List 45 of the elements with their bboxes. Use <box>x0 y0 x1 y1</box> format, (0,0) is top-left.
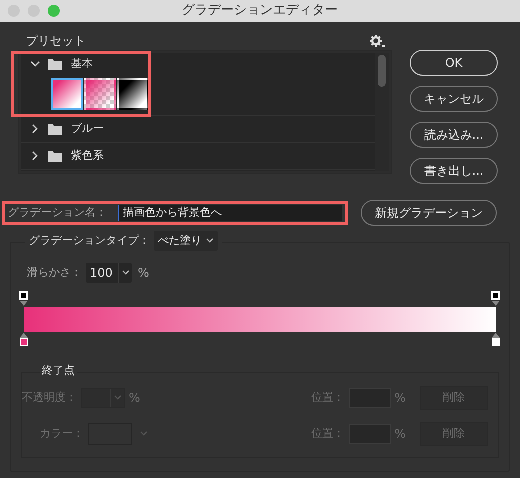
folder-name[interactable]: ブルー <box>71 120 104 138</box>
chevron-down-icon <box>122 270 130 276</box>
field-label: 位置： <box>312 390 345 406</box>
gradient-preview-bar[interactable] <box>24 307 496 332</box>
smoothness-field[interactable]: 100 <box>86 263 132 283</box>
scrollbar-thumb[interactable] <box>378 55 386 87</box>
gradient-swatch[interactable] <box>117 78 149 110</box>
field-label: グラデーションタイプ： <box>29 232 150 249</box>
dialog-button[interactable]: 読み込み... <box>410 122 498 148</box>
name-field[interactable]: 描画色から背景色へ <box>118 205 342 221</box>
chevron-down-icon <box>140 431 148 437</box>
gradient-type-dropdown[interactable]: べた塗り <box>154 231 218 251</box>
field-label: 位置： <box>312 426 345 442</box>
field-label: 不透明度： <box>22 390 77 406</box>
gradient-swatch[interactable] <box>51 78 83 110</box>
section-label: プリセット <box>26 33 86 50</box>
folder-name[interactable]: 紫色系 <box>71 148 104 164</box>
dialog-button[interactable]: 書き出し... <box>410 158 498 184</box>
chevron-down-icon <box>31 59 40 69</box>
dialog-button[interactable]: キャンセル <box>410 86 498 112</box>
chevron-right-icon <box>31 151 40 161</box>
window-title: グラデーションエディター <box>181 2 339 20</box>
settings-icon[interactable] <box>370 35 386 47</box>
chevron-right-icon <box>31 124 40 134</box>
unit-label: % <box>138 265 150 282</box>
folder-icon <box>48 123 62 135</box>
folder-icon <box>48 150 62 162</box>
gradient-swatch[interactable] <box>84 78 116 110</box>
color-stop[interactable] <box>491 332 501 348</box>
folder-name[interactable]: 基本 <box>71 56 93 72</box>
color-stop[interactable] <box>19 332 29 348</box>
new-gradient-button[interactable]: 新規グラデーション <box>361 200 497 226</box>
unit-label: % <box>394 390 406 407</box>
opacity-stop[interactable] <box>491 291 501 307</box>
chevron-down-icon <box>114 395 122 401</box>
dialog-button[interactable]: OK <box>410 50 498 76</box>
folder-icon <box>48 58 62 70</box>
field-label: グラデーション名： <box>8 204 108 221</box>
unit-label: % <box>394 426 406 443</box>
unit-label: % <box>129 390 140 407</box>
opacity-stop[interactable] <box>19 291 29 307</box>
opacity-field[interactable] <box>81 388 125 408</box>
field-label: 滑らかさ： <box>27 264 82 281</box>
field-label: カラー： <box>40 426 84 442</box>
chevron-down-icon <box>206 238 214 244</box>
